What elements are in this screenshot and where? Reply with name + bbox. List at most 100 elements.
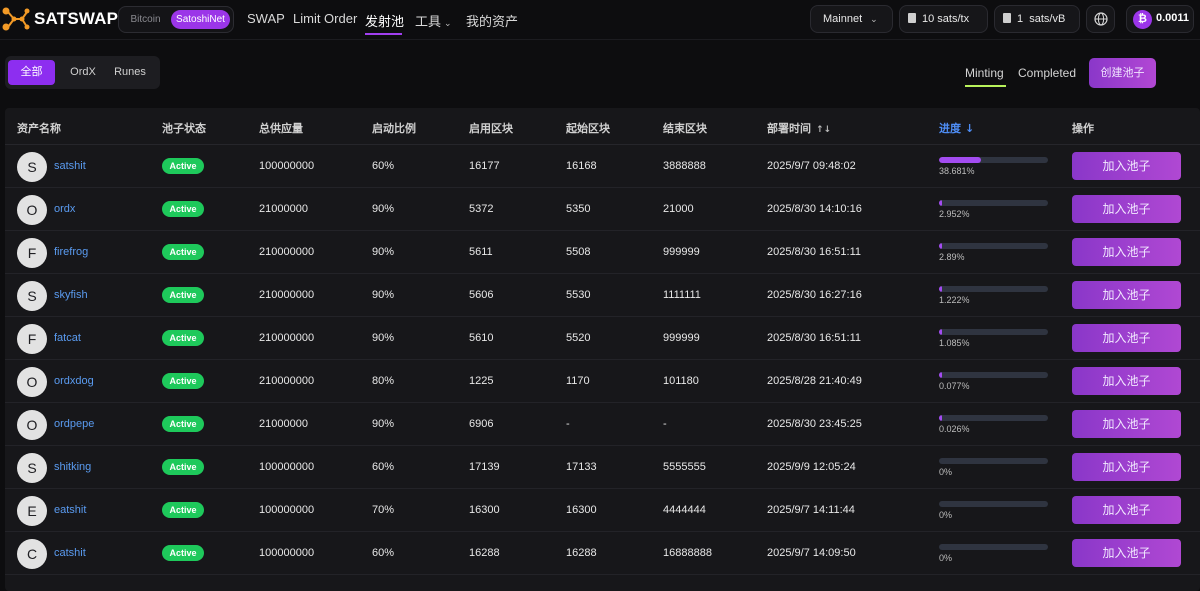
join-pool-button[interactable]: 加入池子 xyxy=(1072,367,1181,395)
progress-bar xyxy=(939,329,1048,335)
progress-bar xyxy=(939,415,1048,421)
asset-name-link[interactable]: firefrog xyxy=(54,246,88,258)
progress-bar xyxy=(939,501,1048,507)
end-block-cell: - xyxy=(663,418,667,430)
asset-avatar: F xyxy=(17,324,47,354)
arrow-down-icon: ↓ xyxy=(965,122,975,135)
tab-completed[interactable]: Completed xyxy=(1018,66,1076,80)
end-block-cell: 1111111 xyxy=(663,289,701,301)
asset-name-link[interactable]: shitking xyxy=(54,461,91,473)
progress-percent: 1.085% xyxy=(939,338,970,348)
join-pool-button[interactable]: 加入池子 xyxy=(1072,195,1181,223)
network-select[interactable]: Mainnet ⌄ xyxy=(810,5,893,33)
nav-swap[interactable]: SWAP xyxy=(247,11,285,26)
chevron-down-icon: ⌄ xyxy=(870,14,878,24)
pool-table: 资产名称 池子状态 总供应量 启动比例 启用区块 起始区块 结束区块 部署时间 ↑… xyxy=(5,108,1200,591)
progress-percent: 2.89% xyxy=(939,252,965,262)
fee-tx-label: 10 sats/tx xyxy=(922,13,970,25)
language-button[interactable] xyxy=(1086,5,1115,33)
column-progress[interactable]: 进度 ↓ xyxy=(939,120,974,136)
nav-limit-order[interactable]: Limit Order xyxy=(293,11,357,26)
end-block-cell: 999999 xyxy=(663,246,700,258)
status-badge: Active xyxy=(162,502,204,518)
status-badge: Active xyxy=(162,459,204,475)
progress-fill xyxy=(939,372,942,378)
asset-name-link[interactable]: ordxdog xyxy=(54,375,94,387)
join-pool-button[interactable]: 加入池子 xyxy=(1072,539,1181,567)
filter-tab-all[interactable]: 全部 xyxy=(8,60,55,85)
end-block-cell: 101180 xyxy=(663,375,699,387)
column-deploy-time[interactable]: 部署时间 ↑↓ xyxy=(767,120,831,136)
join-pool-button[interactable]: 加入池子 xyxy=(1072,453,1181,481)
column-supply: 总供应量 xyxy=(259,122,303,135)
asset-name-link[interactable]: ordpepe xyxy=(54,418,94,430)
deploy-time-cell: 2025/9/9 12:05:24 xyxy=(767,461,856,473)
progress-percent: 0.077% xyxy=(939,381,970,391)
wallet-button[interactable]: ₿ 0.0011 xyxy=(1126,5,1194,33)
ratio-cell: 90% xyxy=(372,332,395,344)
asset-name-link[interactable]: satshit xyxy=(54,160,86,172)
progress-bar xyxy=(939,458,1048,464)
bitcoin-icon: ₿ xyxy=(1133,10,1152,29)
nav-launch-pool[interactable]: 发射池 xyxy=(365,11,404,30)
deploy-time-cell: 2025/8/30 23:45:25 xyxy=(767,418,862,430)
progress-percent: 2.952% xyxy=(939,209,970,219)
start-block-cell: 1170 xyxy=(566,375,590,387)
status-badge: Active xyxy=(162,373,204,389)
table-row: Oordxdog Active 210000000 80% 1225 1170 101180… xyxy=(5,360,1200,403)
asset-name-link[interactable]: catshit xyxy=(54,547,86,559)
end-block-cell: 5555555 xyxy=(663,461,706,473)
progress-bar xyxy=(939,286,1048,292)
create-pool-button[interactable]: 创建池子 xyxy=(1089,58,1156,88)
fuel-icon xyxy=(1003,13,1011,23)
start-block-cell: 5520 xyxy=(566,332,591,344)
join-pool-button[interactable]: 加入池子 xyxy=(1072,324,1181,352)
join-pool-button[interactable]: 加入池子 xyxy=(1072,281,1181,309)
nav-active-indicator xyxy=(365,33,402,35)
ratio-cell: 70% xyxy=(372,504,395,516)
nav-my-assets[interactable]: 我的资产 xyxy=(466,11,518,30)
logo[interactable]: SATSWAP xyxy=(0,5,118,33)
asset-name-link[interactable]: skyfish xyxy=(54,289,88,301)
asset-name-link[interactable]: eatshit xyxy=(54,504,86,516)
end-block-cell: 999999 xyxy=(663,332,700,344)
status-badge: Active xyxy=(162,330,204,346)
join-pool-button[interactable]: 加入池子 xyxy=(1072,152,1181,180)
supply-cell: 100000000 xyxy=(259,504,315,516)
filter-tab-runes[interactable]: Runes xyxy=(107,60,153,85)
column-status: 池子状态 xyxy=(162,122,206,135)
table-row: Sskyfish Active 210000000 90% 5606 5530 111111… xyxy=(5,274,1200,317)
network-option-satoshinet[interactable]: SatoshiNet xyxy=(171,10,230,29)
progress-percent: 0% xyxy=(939,467,953,477)
supply-cell: 21000000 xyxy=(259,203,308,215)
nav-tools[interactable]: 工具 ⌄ xyxy=(415,11,452,30)
table-row: Oordpepe Active 21000000 90% 6906 - - 2025/8/30… xyxy=(5,403,1200,446)
enable-block-cell: 5610 xyxy=(469,332,494,344)
column-start-block: 起始区块 xyxy=(566,122,610,135)
table-row: Ffirefrog Active 210000000 90% 5611 5508 99999… xyxy=(5,231,1200,274)
fee-tx-button[interactable]: 10 sats/tx xyxy=(899,5,988,33)
asset-avatar: C xyxy=(17,539,47,569)
column-progress-label: 进度 xyxy=(939,122,961,135)
enable-block-cell: 5606 xyxy=(469,289,494,301)
start-block-cell: 5350 xyxy=(566,203,591,215)
filter-tab-ordx[interactable]: OrdX xyxy=(60,60,106,85)
enable-block-cell: 6906 xyxy=(469,418,494,430)
chevron-down-icon: ⌄ xyxy=(444,18,452,28)
asset-avatar: S xyxy=(17,281,47,311)
tab-minting[interactable]: Minting xyxy=(965,66,1004,80)
join-pool-button[interactable]: 加入池子 xyxy=(1072,410,1181,438)
asset-name-link[interactable]: ordx xyxy=(54,203,75,215)
column-asset: 资产名称 xyxy=(17,122,61,135)
join-pool-button[interactable]: 加入池子 xyxy=(1072,496,1181,524)
fee-vb-button[interactable]: 1 sats/vB xyxy=(994,5,1080,33)
start-block-cell: 16300 xyxy=(566,504,597,516)
status-badge: Active xyxy=(162,416,204,432)
status-badge: Active xyxy=(162,244,204,260)
network-option-bitcoin[interactable]: Bitcoin xyxy=(123,10,168,29)
join-pool-button[interactable]: 加入池子 xyxy=(1072,238,1181,266)
deploy-time-cell: 2025/8/30 14:10:16 xyxy=(767,203,862,215)
supply-cell: 210000000 xyxy=(259,246,315,258)
asset-name-link[interactable]: fatcat xyxy=(54,332,81,344)
end-block-cell: 3888888 xyxy=(663,160,706,172)
